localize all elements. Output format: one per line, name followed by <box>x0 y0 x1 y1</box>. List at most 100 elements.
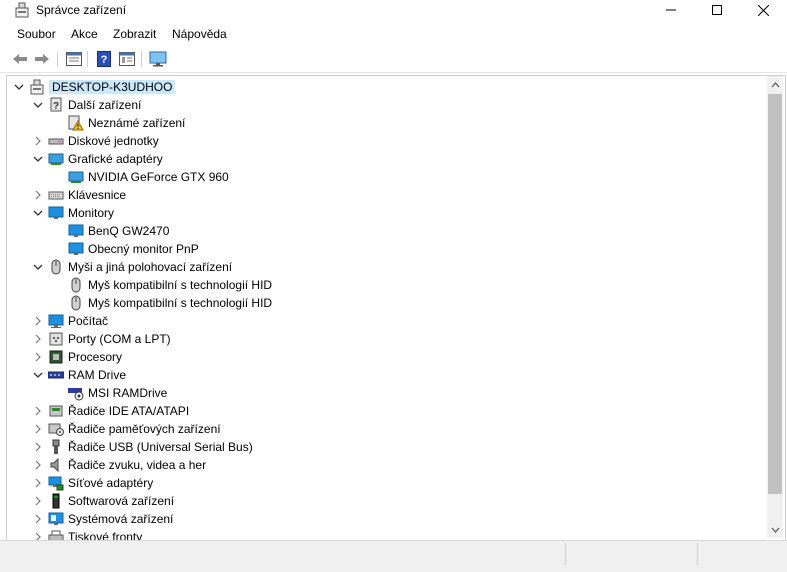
tree-category[interactable]: Klávesnice <box>32 186 126 204</box>
properties-sheet-button[interactable] <box>65 50 83 68</box>
tree-category[interactable]: Řadiče zvuku, videa a her <box>32 456 206 474</box>
tree-root-label[interactable]: DESKTOP-K3UDHOO <box>49 80 176 94</box>
help-button[interactable]: ? <box>95 50 113 68</box>
mouse-icon <box>68 277 84 293</box>
scroll-down-button[interactable] <box>767 522 783 538</box>
display-adapter-icon <box>48 151 64 167</box>
tree-category[interactable]: Softwarová zařízení <box>32 492 174 510</box>
toolbar-separator <box>141 51 142 67</box>
tree-category[interactable]: RAM Drive <box>32 366 126 384</box>
vertical-scrollbar[interactable] <box>767 76 783 538</box>
chevron-down-icon[interactable] <box>32 369 44 381</box>
computer-tower-icon <box>29 79 45 95</box>
maximize-icon <box>712 5 722 15</box>
storage-controller-icon <box>48 421 64 437</box>
forward-button[interactable] <box>33 50 51 68</box>
tree-label: Další zařízení <box>68 98 142 112</box>
speaker-icon <box>48 457 64 473</box>
chevron-down-icon[interactable] <box>32 153 44 165</box>
tree-category[interactable]: Síťové adaptéry <box>32 474 153 492</box>
minimize-icon <box>666 9 676 11</box>
chevron-right-icon[interactable] <box>32 495 44 507</box>
tree-device[interactable]: BenQ GW2470 <box>68 222 169 240</box>
chevron-right-icon[interactable] <box>32 477 44 489</box>
tree-label: Myš kompatibilní s technologií HID <box>88 296 273 310</box>
tree-category[interactable]: Řadiče USB (Universal Serial Bus) <box>32 438 253 456</box>
tree-device[interactable]: Neznámé zařízení <box>68 114 185 132</box>
device-tree[interactable]: DESKTOP-K3UDHOO ? Další zařízení Neznámé… <box>6 75 786 541</box>
tree-category[interactable]: Procesory <box>32 348 122 366</box>
mouse-icon <box>68 295 84 311</box>
forward-arrow-icon <box>35 54 49 64</box>
tree-root[interactable]: DESKTOP-K3UDHOO <box>13 78 176 96</box>
chevron-right-icon[interactable] <box>32 315 44 327</box>
menu-zobrazit[interactable]: Zobrazit <box>113 27 156 41</box>
scroll-up-button[interactable] <box>767 77 783 93</box>
menu-napoveda[interactable]: Nápověda <box>172 27 227 41</box>
chevron-right-icon[interactable] <box>32 513 44 525</box>
tree-label: Porty (COM a LPT) <box>68 332 171 346</box>
status-bar <box>0 540 787 572</box>
tree-category[interactable]: Systémová zařízení <box>32 510 173 528</box>
software-device-icon <box>48 493 64 509</box>
monitor-icon <box>48 205 64 221</box>
tree-category[interactable]: Počítač <box>32 312 108 330</box>
computer-icon <box>48 313 64 329</box>
chevron-right-icon[interactable] <box>32 351 44 363</box>
tree-device[interactable]: Myš kompatibilní s technologií HID <box>68 294 272 312</box>
chevron-right-icon[interactable] <box>32 459 44 471</box>
chevron-right-icon[interactable] <box>32 405 44 417</box>
tree-category[interactable]: Monitory <box>32 204 114 222</box>
tree-category[interactable]: Grafické adaptéry <box>32 150 163 168</box>
properties-view-icon <box>119 52 135 66</box>
tree-device[interactable]: MSI RAMDrive <box>68 384 167 402</box>
minimize-button[interactable] <box>648 0 694 20</box>
processor-icon <box>48 349 64 365</box>
close-button[interactable] <box>740 0 786 20</box>
tree-category[interactable]: ? Další zařízení <box>32 96 141 114</box>
chevron-right-icon[interactable] <box>32 441 44 453</box>
status-pane-divider <box>565 543 566 565</box>
tree-label: MSI RAMDrive <box>88 386 168 400</box>
tree-label: RAM Drive <box>68 368 127 382</box>
monitor-icon <box>68 241 84 257</box>
menu-bar: Soubor Akce Zobrazit Nápověda <box>0 24 787 45</box>
tree-label: Počítač <box>68 314 109 328</box>
chevron-right-icon[interactable] <box>32 423 44 435</box>
window-title: Správce zařízení <box>36 3 127 17</box>
menu-akce[interactable]: Akce <box>71 27 98 41</box>
menu-soubor[interactable]: Soubor <box>17 27 56 41</box>
tree-label: Diskové jednotky <box>68 134 159 148</box>
tree-label: Řadiče IDE ATA/ATAPI <box>68 404 190 418</box>
tree-device[interactable]: Myš kompatibilní s technologií HID <box>68 276 272 294</box>
chevron-down-icon[interactable] <box>32 99 44 111</box>
tree-category[interactable]: Řadiče paměťových zařízení <box>32 420 221 438</box>
tree-device[interactable]: Obecný monitor PnP <box>68 240 199 258</box>
help-icon: ? <box>97 51 111 67</box>
ram-drive-settings-icon <box>68 385 84 401</box>
status-pane-divider <box>697 543 698 565</box>
scan-hardware-button[interactable] <box>149 50 167 68</box>
properties-view-button[interactable] <box>118 50 136 68</box>
tree-category[interactable]: Řadiče IDE ATA/ATAPI <box>32 402 189 420</box>
back-button[interactable] <box>11 50 29 68</box>
chevron-down-icon[interactable] <box>13 81 25 93</box>
tree-category[interactable]: Myši a jiná polohovací zařízení <box>32 258 232 276</box>
chevron-down-icon[interactable] <box>32 261 44 273</box>
monitor-icon <box>68 223 84 239</box>
tree-device[interactable]: NVIDIA GeForce GTX 960 <box>68 168 229 186</box>
chevron-down-icon[interactable] <box>32 207 44 219</box>
maximize-button[interactable] <box>694 0 740 20</box>
tree-label: Síťové adaptéry <box>68 476 154 490</box>
title-bar: Správce zařízení <box>0 0 787 24</box>
tree-label: Myši a jiná polohovací zařízení <box>68 260 233 274</box>
close-icon <box>757 4 769 16</box>
chevron-right-icon[interactable] <box>32 135 44 147</box>
ide-controller-icon <box>48 403 64 419</box>
tree-category[interactable]: Diskové jednotky <box>32 132 159 150</box>
scrollbar-thumb[interactable] <box>768 94 782 494</box>
chevron-right-icon[interactable] <box>32 333 44 345</box>
chevron-right-icon[interactable] <box>32 189 44 201</box>
tree-label: Grafické adaptéry <box>68 152 163 166</box>
tree-category[interactable]: Porty (COM a LPT) <box>32 330 171 348</box>
